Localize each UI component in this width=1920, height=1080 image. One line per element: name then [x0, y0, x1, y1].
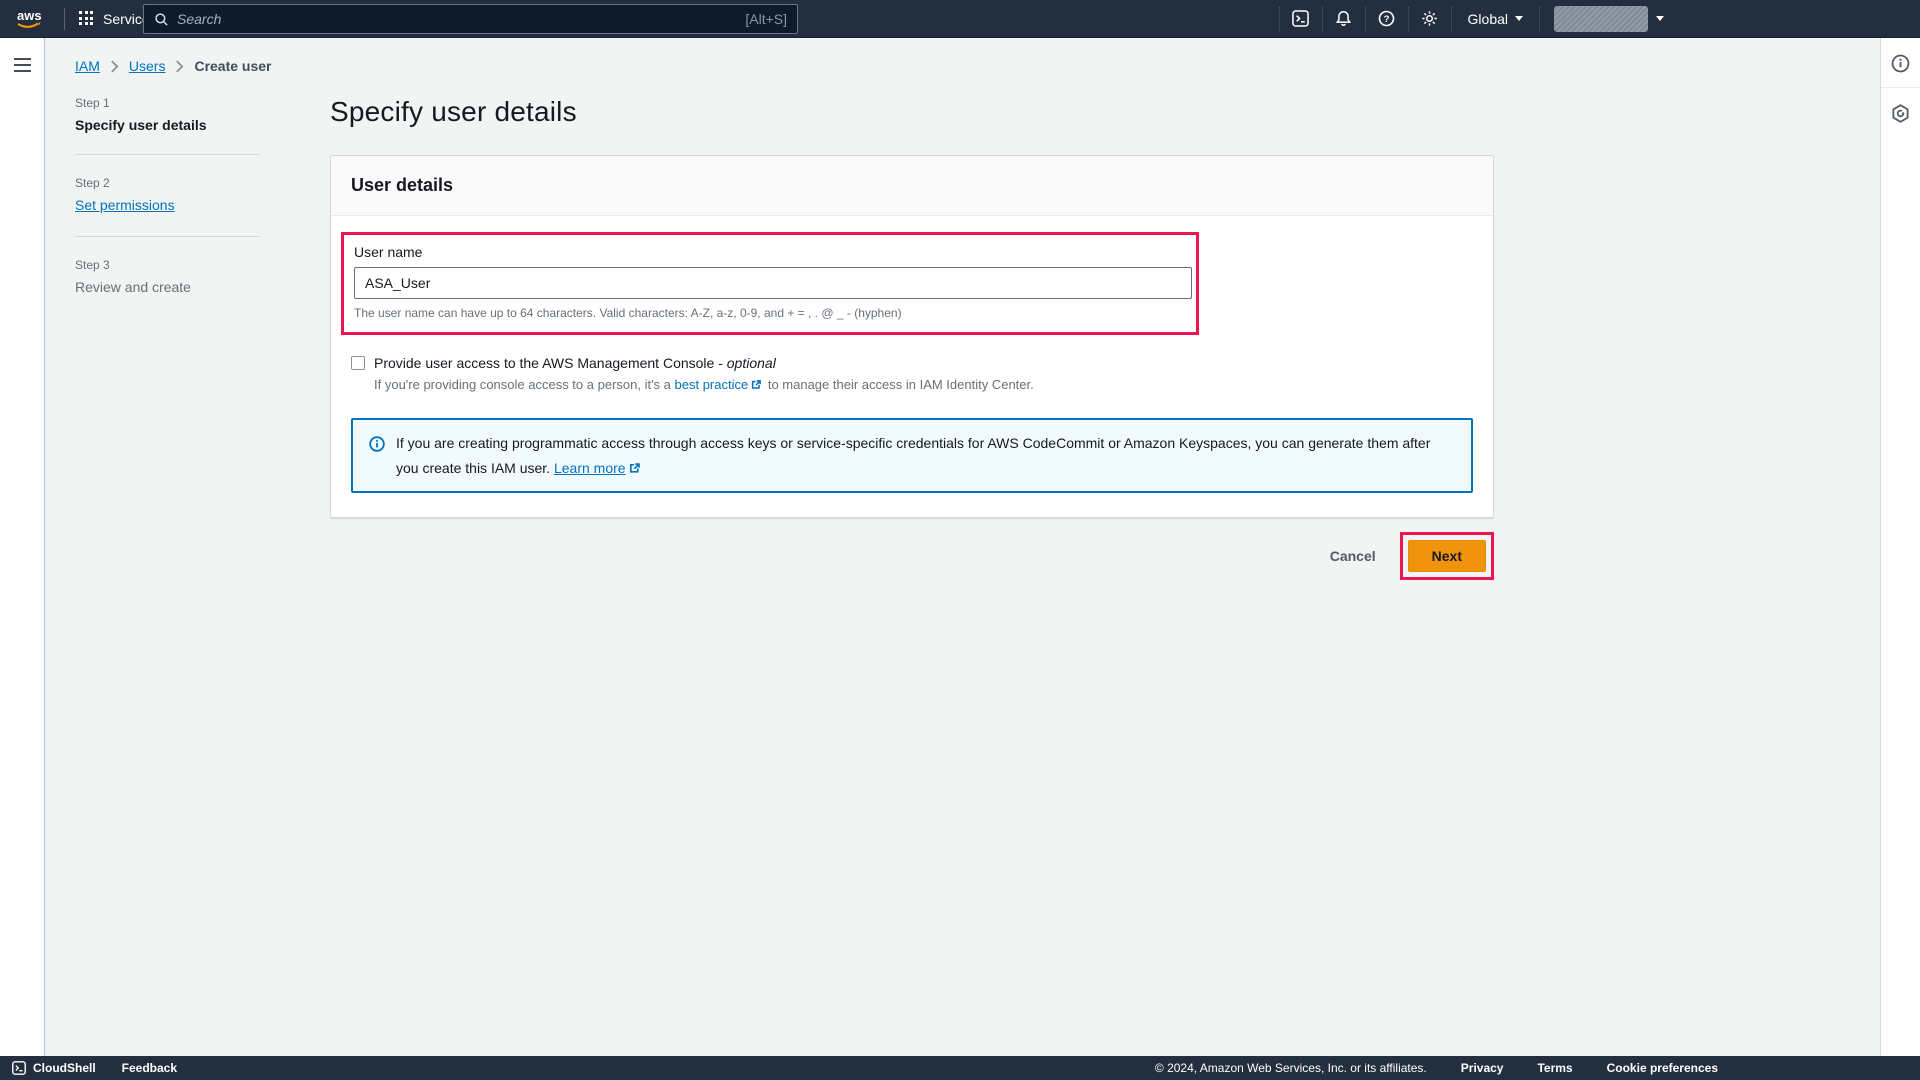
svg-text:aws: aws	[17, 8, 42, 23]
console-access-label-text: Provide user access to the AWS Managemen…	[374, 355, 727, 371]
cookie-preferences-link[interactable]: Cookie preferences	[1607, 1061, 1718, 1075]
feedback-button[interactable]: Feedback	[122, 1061, 177, 1075]
search-input[interactable]	[177, 11, 737, 27]
search-icon	[154, 12, 169, 27]
best-practice-link[interactable]: best practice	[675, 377, 749, 392]
help-button[interactable]: ?	[1366, 0, 1408, 37]
right-tools-rail	[1880, 38, 1920, 1056]
account-menu[interactable]	[1554, 0, 1664, 37]
step-3-label: Review and create	[75, 279, 260, 295]
cloudshell-terminal-icon	[12, 1061, 26, 1075]
step-eyebrow: Step 2	[75, 176, 260, 190]
main-content: IAM Users Create user Step 1 Specify use…	[45, 38, 1880, 1056]
gear-icon	[1421, 10, 1438, 27]
next-annotation-highlight: Next	[1400, 532, 1494, 580]
username-annotation-highlight: User name The user name can have up to 6…	[341, 232, 1199, 335]
hint-text: to manage their access in IAM Identity C…	[764, 377, 1034, 392]
account-name-redacted	[1554, 6, 1648, 32]
hexagon-tool-icon	[1891, 104, 1910, 123]
username-hint: The user name can have up to 64 characte…	[354, 306, 1186, 320]
wizard-step-2: Step 2 Set permissions	[75, 176, 260, 215]
cloudshell-button[interactable]	[1280, 0, 1322, 37]
console-footer: CloudShell Feedback © 2024, Amazon Web S…	[0, 1056, 1920, 1080]
step-1-label: Specify user details	[75, 117, 260, 133]
privacy-link[interactable]: Privacy	[1461, 1061, 1504, 1075]
nav-divider	[64, 8, 65, 30]
breadcrumb-iam-link[interactable]: IAM	[75, 58, 100, 74]
console-access-row: Provide user access to the AWS Managemen…	[351, 355, 1473, 371]
notifications-button[interactable]	[1323, 0, 1365, 37]
left-sidebar-rail	[0, 38, 45, 1056]
card-title: User details	[351, 175, 1473, 196]
wizard-step-3: Step 3 Review and create	[75, 258, 260, 295]
aws-smile-icon: aws	[14, 6, 50, 32]
cloudshell-terminal-icon	[1292, 10, 1309, 27]
cloudshell-label: CloudShell	[33, 1061, 96, 1075]
card-body: User name The user name can have up to 6…	[331, 216, 1493, 517]
step-eyebrow: Step 1	[75, 96, 260, 110]
nav-separator	[1539, 7, 1540, 31]
terms-link[interactable]: Terms	[1537, 1061, 1572, 1075]
optional-text: optional	[727, 355, 776, 371]
external-link-icon	[628, 462, 641, 475]
console-access-checkbox[interactable]	[351, 356, 365, 370]
username-input[interactable]	[354, 267, 1192, 299]
alert-message: If you are creating programmatic access …	[396, 431, 1455, 480]
breadcrumb-users-link[interactable]: Users	[129, 58, 166, 74]
wizard-step-1: Step 1 Specify user details	[75, 96, 260, 133]
breadcrumb-current: Create user	[194, 58, 271, 74]
console-access-hint: If you're providing console access to a …	[374, 377, 1473, 392]
chevron-down-icon	[1515, 16, 1523, 21]
bell-icon	[1335, 10, 1352, 27]
alert-text: If you are creating programmatic access …	[396, 435, 1430, 476]
region-label: Global	[1468, 11, 1508, 27]
info-circle-icon	[369, 436, 385, 452]
step-divider	[75, 236, 260, 237]
top-navigation-bar: aws Services [Alt+S]	[0, 0, 1920, 38]
search-bar[interactable]: [Alt+S]	[143, 4, 798, 34]
settings-button[interactable]	[1409, 0, 1451, 37]
wizard-steps-nav: Step 1 Specify user details Step 2 Set p…	[75, 96, 260, 580]
hint-text: If you're providing console access to a …	[374, 377, 675, 392]
nav-right-group: ? Global	[1279, 0, 1920, 37]
step-2-link[interactable]: Set permissions	[75, 197, 175, 213]
console-access-label[interactable]: Provide user access to the AWS Managemen…	[374, 355, 776, 371]
info-alert: If you are creating programmatic access …	[351, 418, 1473, 493]
breadcrumb: IAM Users Create user	[75, 58, 1880, 74]
search-shortcut-hint: [Alt+S]	[745, 11, 787, 27]
wizard-actions: Cancel Next	[330, 532, 1494, 580]
next-button[interactable]: Next	[1408, 540, 1486, 572]
footer-cloudshell-button[interactable]: CloudShell	[12, 1061, 96, 1075]
wizard-main-column: Specify user details User details User n…	[330, 96, 1494, 580]
copyright-text: © 2024, Amazon Web Services, Inc. or its…	[1155, 1061, 1427, 1075]
info-circle-icon	[1891, 54, 1910, 73]
svg-text:?: ?	[1384, 14, 1390, 25]
step-divider	[75, 154, 260, 155]
breadcrumb-chevron-icon	[175, 60, 184, 73]
learn-more-link[interactable]: Learn more	[554, 460, 626, 476]
step-eyebrow: Step 3	[75, 258, 260, 272]
page-title: Specify user details	[330, 96, 1494, 128]
user-details-card: User details User name The user name can…	[330, 155, 1494, 518]
external-link-icon	[750, 379, 762, 391]
hamburger-icon	[14, 58, 31, 72]
region-selector[interactable]: Global	[1452, 0, 1539, 37]
open-navigation-button[interactable]	[14, 58, 31, 76]
cancel-button[interactable]: Cancel	[1330, 548, 1376, 564]
question-circle-icon: ?	[1378, 10, 1395, 27]
username-label: User name	[354, 244, 1186, 260]
resources-panel-button[interactable]	[1881, 88, 1920, 137]
aws-logo[interactable]: aws	[14, 6, 50, 32]
services-grid-icon	[79, 11, 94, 26]
info-panel-button[interactable]	[1881, 38, 1920, 87]
chevron-down-icon	[1656, 16, 1664, 21]
breadcrumb-chevron-icon	[110, 60, 119, 73]
card-header: User details	[331, 156, 1493, 216]
